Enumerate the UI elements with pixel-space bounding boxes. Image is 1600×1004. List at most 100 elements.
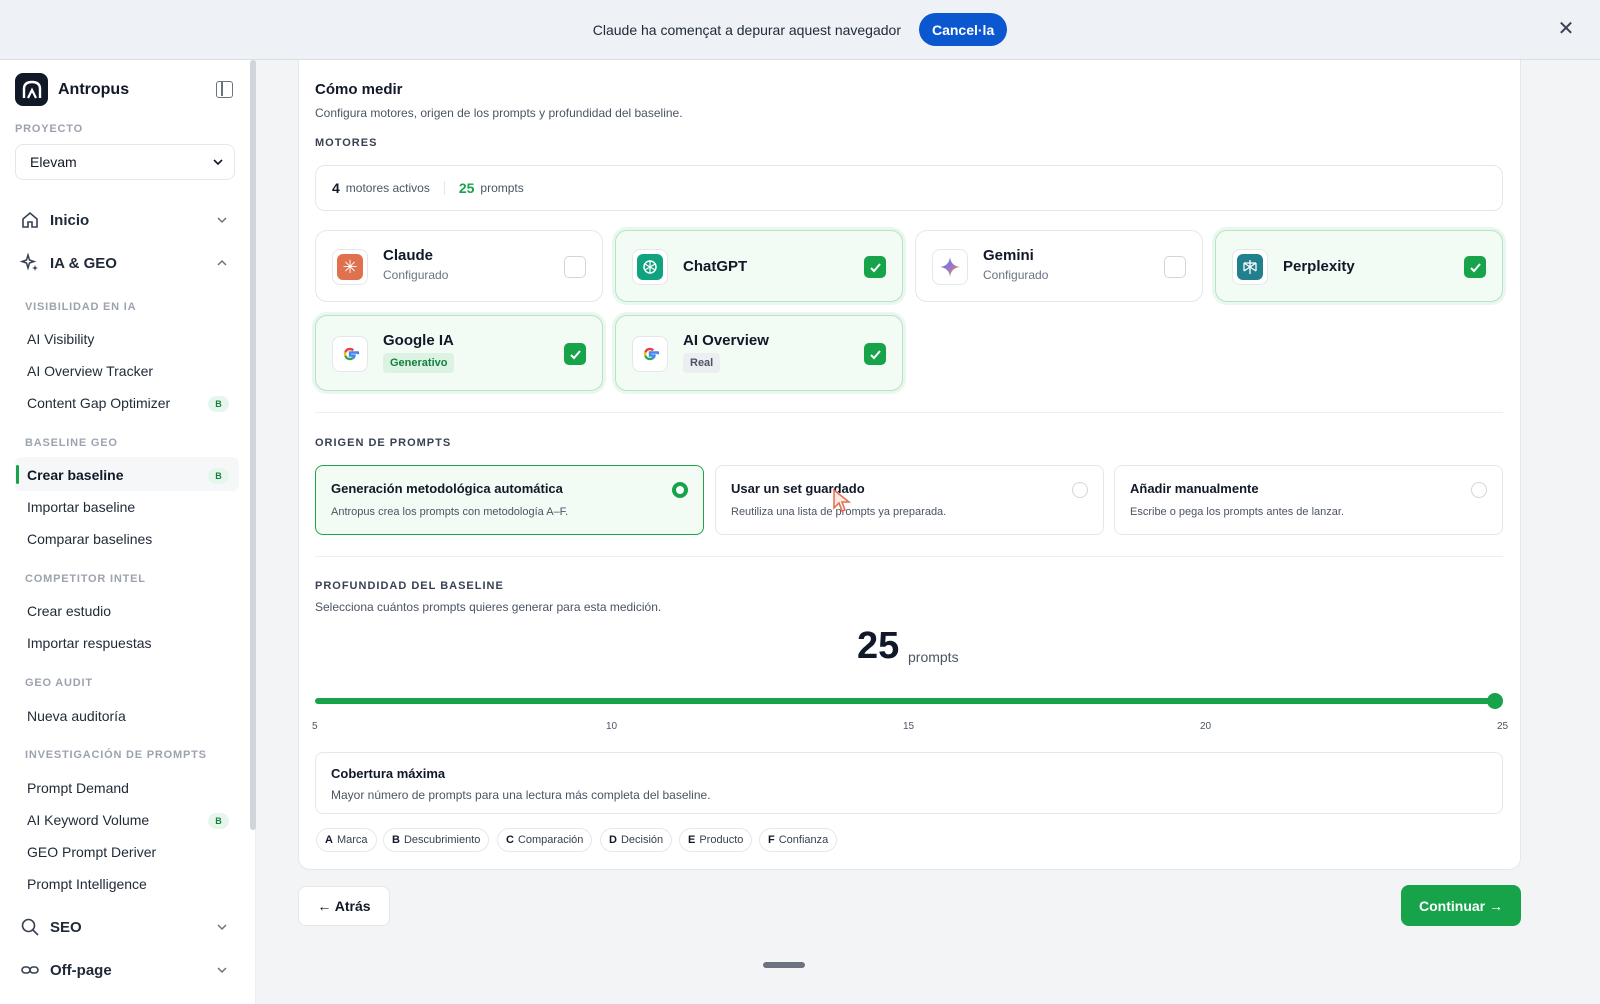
engine-checkbox-checked[interactable] [864,256,886,278]
project-select[interactable]: Elevam [15,144,235,180]
check-icon [869,262,881,272]
nav-content-gap-optimizer[interactable]: Content Gap Optimizer [27,395,170,411]
category-chip: F Confianza [759,828,838,852]
origin-option-auto[interactable]: Generación metodológica automática Antro… [315,465,704,535]
chip-label: Confianza [778,834,829,846]
category-chip: D Decisión [600,828,673,852]
brand: Antropus [15,73,129,106]
depth-unit: prompts [908,649,959,665]
nav-crear-estudio[interactable]: Crear estudio [27,603,111,619]
back-button[interactable]: ← Atrás [298,886,390,926]
depth-slider-track[interactable] [315,698,1495,704]
nav-inicio-label: Inicio [50,211,90,229]
beta-badge: B [208,396,229,412]
nav-importar-baseline[interactable]: Importar baseline [27,499,135,515]
engine-card-perplexity[interactable]: Perplexity [1215,230,1503,302]
origin-title: Generación metodológica automática [331,481,563,496]
check-icon [869,349,881,359]
section-subtitle: Configura motores, origen de los prompts… [315,106,683,120]
search-icon [21,918,39,936]
nav-geo-prompt-deriver[interactable]: GEO Prompt Deriver [27,844,156,860]
banner-text: Claude ha començat a depurar aquest nave… [592,21,901,38]
chip-label: Marca [336,834,368,846]
chip-letter: A [325,834,333,846]
nav-importar-respuestas[interactable]: Importar respuestas [27,635,152,651]
engine-checkbox-checked[interactable] [1464,256,1486,278]
engine-checkbox[interactable] [564,256,586,278]
origin-option-manual[interactable]: Añadir manualmente Escribe o pega los pr… [1114,465,1503,535]
group-competitor: COMPETITOR INTEL [25,573,146,585]
chip-label: Producto [699,834,744,846]
category-chip: C Comparación [497,828,593,852]
nav-ia-geo-label: IA & GEO [50,254,117,272]
chip-letter: B [392,834,400,846]
beta-badge: B [208,468,229,484]
group-visibilidad: VISIBILIDAD EN IA [25,301,137,313]
radio-unselected[interactable] [1072,482,1088,498]
close-icon[interactable]: ✕ [1556,18,1576,40]
engine-card-claude[interactable]: ✳ Claude Configurado [315,230,603,302]
continue-button[interactable]: Continuar → [1401,885,1521,926]
sidebar-collapse-icon[interactable] [216,81,233,98]
sparkles-icon [20,253,38,271]
coverage-description: Mayor número de prompts para una lectura… [331,788,711,802]
nav-prompt-demand[interactable]: Prompt Demand [27,780,129,796]
nav-nueva-auditoria[interactable]: Nueva auditoría [27,708,126,724]
nav-prompt-intelligence[interactable]: Prompt Intelligence [27,876,147,892]
chevron-down-icon [217,967,227,974]
engine-card-chatgpt[interactable]: ChatGPT [615,230,903,302]
radio-selected[interactable] [672,482,688,498]
google-logo-icon [632,336,668,372]
prompts-count: 25 [458,180,475,196]
google-logo-icon [332,336,368,372]
engine-status: Configurado [983,268,1049,282]
depth-value: 25 [857,625,900,667]
engine-checkbox-checked[interactable] [564,343,586,365]
prompts-count-label: prompts [480,181,524,195]
engine-card-ai-overview[interactable]: AI Overview Real [615,315,903,391]
sidebar-scrollbar[interactable] [250,60,256,830]
origin-option-saved[interactable]: Usar un set guardado Reutiliza una lista… [715,465,1104,535]
section-title: Cómo medir [315,81,403,98]
cancel-debug-button[interactable]: Cancel·la [918,13,1008,46]
origin-description: Antropus crea los prompts con metodologí… [331,506,569,518]
engine-checkbox[interactable] [1164,256,1186,278]
nav-ai-overview-tracker[interactable]: AI Overview Tracker [27,363,153,379]
nav-seo-label: SEO [50,918,82,936]
origin-label: ORIGEN DE PROMPTS [315,437,452,449]
nav-comparar-baselines[interactable]: Comparar baselines [27,531,152,547]
nav-ai-keyword-volume[interactable]: AI Keyword Volume [27,812,149,828]
nav-seo[interactable]: SEO [20,917,230,937]
depth-label: PROFUNDIDAD DEL BASELINE [315,580,504,592]
engine-name: Google IA [383,332,454,349]
engine-name: Claude [383,247,434,264]
chevron-down-icon [217,217,227,224]
engine-card-gemini[interactable]: Gemini Configurado [915,230,1203,302]
origin-description: Escribe o pega los prompts antes de lanz… [1130,506,1345,518]
nav-crear-baseline[interactable]: Crear baseline [27,467,124,483]
brand-name: Antropus [58,80,130,98]
bottom-drag-handle[interactable] [763,962,805,968]
nav-ai-visibility[interactable]: AI Visibility [27,331,94,347]
chip-letter: E [688,834,696,846]
engine-name: ChatGPT [683,258,748,275]
chip-label: Decisión [620,834,664,846]
nav-ia-geo[interactable]: IA & GEO [20,253,230,273]
radio-unselected[interactable] [1471,482,1487,498]
sidebar: Antropus PROYECTO Elevam Inicio IA & GEO… [0,60,256,1004]
engines-summary: 4 motores activos 25 prompts [315,165,1503,211]
nav-offpage[interactable]: Off-page [20,960,230,980]
depth-slider-thumb[interactable] [1487,693,1503,709]
category-chip: E Producto [679,828,753,852]
chip-letter: F [768,834,775,846]
engine-card-google-ia[interactable]: Google IA Generativo [315,315,603,391]
slider-tick: 15 [903,721,915,732]
motores-label: MOTORES [315,137,378,149]
engine-checkbox-checked[interactable] [864,343,886,365]
coverage-title: Cobertura máxima [331,766,446,781]
group-prompts: INVESTIGACIÓN DE PROMPTS [25,749,207,761]
chevron-down-icon [217,924,227,931]
chip-label: Comparación [517,834,584,846]
nav-inicio[interactable]: Inicio [20,210,230,230]
slider-tick: 10 [606,721,618,732]
